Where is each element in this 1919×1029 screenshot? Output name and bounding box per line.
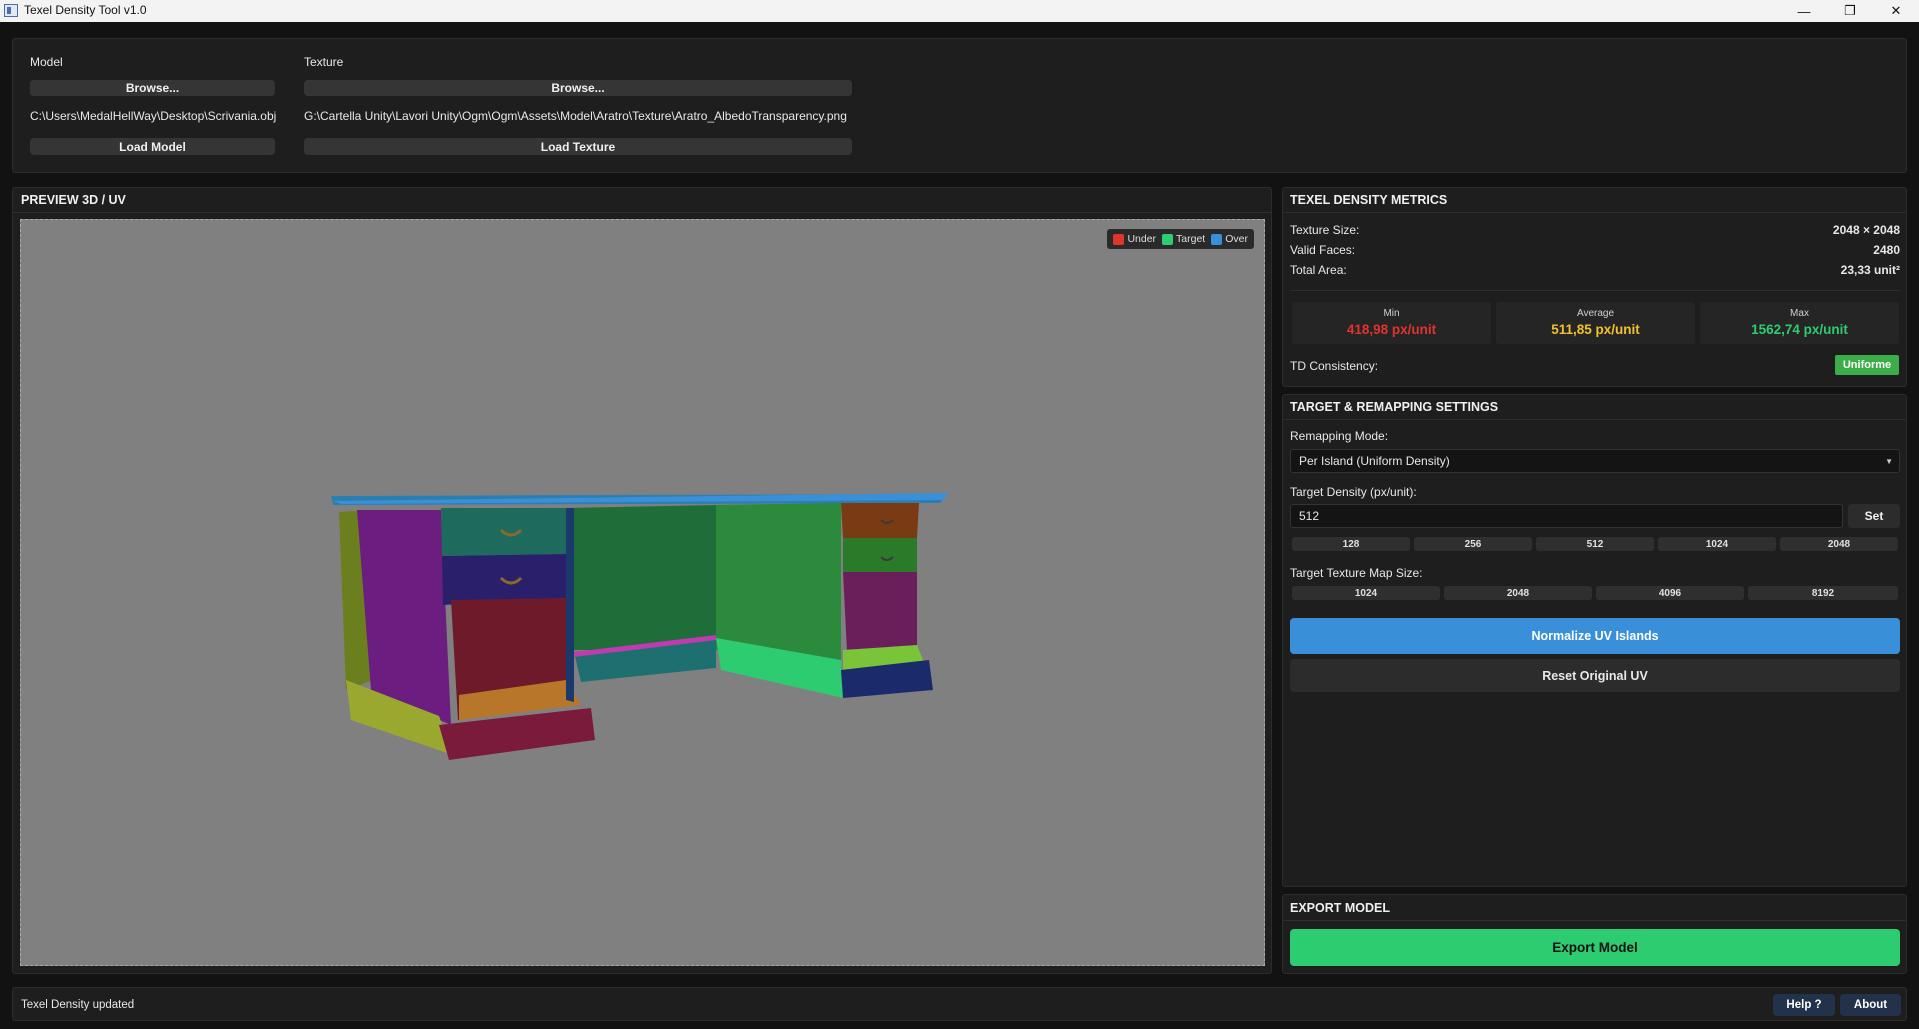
- file-panel: [12, 38, 1907, 173]
- map-size-label: Target Texture Map Size:: [1290, 566, 1423, 580]
- texture-size-label: Texture Size:: [1290, 223, 1360, 237]
- average-value: 511,85 px/unit: [1551, 322, 1640, 337]
- close-icon[interactable]: ✕: [1873, 0, 1919, 22]
- desk-model-render: [331, 493, 949, 760]
- preview-divider: [13, 212, 1271, 213]
- status-message: Texel Density updated: [21, 999, 135, 1011]
- min-stat: Min 418,98 px/unit: [1292, 302, 1491, 344]
- settings-divider: [1283, 419, 1906, 420]
- total-area-row: Total Area: 23,33 unit²: [1290, 263, 1900, 279]
- density-preset-1024[interactable]: 1024: [1658, 537, 1776, 551]
- desk-right-drawer-top: [841, 503, 919, 538]
- browse-texture-button[interactable]: Browse...: [304, 80, 852, 96]
- status-bar: Texel Density updated Help ? About: [12, 987, 1907, 1021]
- map-size-8192[interactable]: 8192: [1748, 586, 1898, 600]
- min-label: Min: [1383, 308, 1400, 319]
- metrics-panel: [1282, 187, 1907, 387]
- about-button[interactable]: About: [1840, 994, 1901, 1016]
- target-density-input[interactable]: 512: [1290, 504, 1843, 528]
- normalize-uv-islands-button[interactable]: Normalize UV Islands: [1290, 618, 1900, 654]
- total-area-value: 23,33 unit²: [1840, 263, 1900, 277]
- remapping-mode-select[interactable]: Per Island (Uniform Density) ▼: [1290, 449, 1900, 473]
- desk-knee-right-panel: [716, 503, 841, 660]
- export-divider: [1283, 920, 1906, 921]
- load-texture-button[interactable]: Load Texture: [304, 138, 852, 155]
- help-button[interactable]: Help ?: [1773, 994, 1835, 1016]
- density-preset-128[interactable]: 128: [1292, 537, 1410, 551]
- export-title: EXPORT MODEL: [1290, 901, 1391, 915]
- texture-label: Texture: [304, 55, 344, 69]
- metrics-title: TEXEL DENSITY METRICS: [1290, 193, 1448, 207]
- remapping-mode-value: Per Island (Uniform Density): [1299, 454, 1450, 468]
- browse-model-button[interactable]: Browse...: [30, 80, 275, 96]
- target-density-label: Target Density (px/unit):: [1290, 485, 1417, 499]
- max-label: Max: [1790, 308, 1809, 319]
- remapping-mode-label: Remapping Mode:: [1290, 429, 1389, 443]
- average-label: Average: [1576, 308, 1615, 319]
- texture-size-value: 2048 × 2048: [1832, 223, 1900, 237]
- valid-faces-row: Valid Faces: 2480: [1290, 243, 1900, 259]
- average-stat: Average 511,85 px/unit: [1496, 302, 1695, 344]
- reset-original-uv-button[interactable]: Reset Original UV: [1290, 659, 1900, 692]
- desk-back-panel: [566, 505, 716, 650]
- total-area-label: Total Area:: [1290, 263, 1347, 277]
- window-title: Texel Density Tool v1.0: [24, 3, 147, 17]
- set-density-button[interactable]: Set: [1848, 504, 1900, 528]
- max-stat: Max 1562,74 px/unit: [1700, 302, 1899, 344]
- metrics-inner-divider: [1290, 290, 1900, 291]
- map-size-2048[interactable]: 2048: [1444, 586, 1592, 600]
- desk-right-lower: [843, 572, 917, 652]
- max-value: 1562,74 px/unit: [1751, 322, 1848, 337]
- export-model-button[interactable]: Export Model: [1290, 929, 1900, 966]
- valid-faces-value: 2480: [1873, 243, 1900, 257]
- valid-faces-label: Valid Faces:: [1290, 243, 1356, 257]
- title-bar: Texel Density Tool v1.0 — ❐ ✕: [0, 0, 1919, 22]
- app-icon: [4, 4, 18, 17]
- min-value: 418,98 px/unit: [1346, 322, 1437, 337]
- 3d-viewport[interactable]: Under Target Over: [20, 219, 1265, 966]
- minimize-icon[interactable]: —: [1781, 0, 1827, 22]
- texture-path: G:\Cartella Unity\Lavori Unity\Ogm\Ogm\A…: [304, 109, 847, 123]
- map-size-4096[interactable]: 4096: [1596, 586, 1744, 600]
- texture-size-row: Texture Size: 2048 × 2048: [1290, 223, 1900, 239]
- maximize-icon[interactable]: ❐: [1827, 0, 1873, 22]
- model-path: C:\Users\MedalHellWay\Desktop\Scrivania.…: [30, 109, 277, 123]
- td-consistency-badge: Uniforme: [1835, 355, 1899, 375]
- preview-title: PREVIEW 3D / UV: [21, 193, 126, 207]
- target-density-value: 512: [1299, 509, 1320, 523]
- metrics-divider: [1283, 212, 1906, 213]
- chevron-down-icon: ▼: [1885, 457, 1893, 466]
- td-consistency-label: TD Consistency:: [1290, 359, 1379, 373]
- model-label: Model: [30, 55, 63, 69]
- settings-title: TARGET & REMAPPING SETTINGS: [1290, 400, 1499, 414]
- density-preset-512[interactable]: 512: [1536, 537, 1654, 551]
- load-model-button[interactable]: Load Model: [30, 138, 275, 155]
- density-preset-256[interactable]: 256: [1414, 537, 1532, 551]
- map-size-1024[interactable]: 1024: [1292, 586, 1440, 600]
- desk-right-drawer-mid: [843, 538, 917, 572]
- desk-inner-divider: [566, 508, 574, 702]
- density-preset-2048[interactable]: 2048: [1780, 537, 1898, 551]
